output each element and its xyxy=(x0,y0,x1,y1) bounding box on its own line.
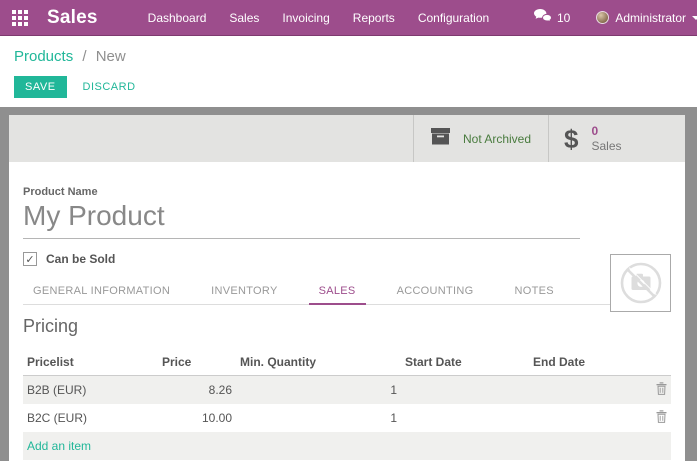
can-be-sold-checkbox[interactable]: ✓ xyxy=(23,252,37,266)
sales-stat-button[interactable]: $ 0 Sales xyxy=(548,115,685,162)
cell-price[interactable]: 8.26 xyxy=(158,376,236,405)
user-menu[interactable]: Administrator xyxy=(596,11,697,25)
control-panel: Products / New SAVE DISCARD xyxy=(0,37,697,107)
product-name-input[interactable]: My Product xyxy=(23,200,580,239)
menu-item-sales[interactable]: Sales xyxy=(229,11,259,25)
product-name-label: Product Name xyxy=(23,186,671,198)
discard-button[interactable]: DISCARD xyxy=(73,76,146,98)
cell-min-quantity[interactable]: 1 xyxy=(236,404,401,432)
dollar-icon: $ xyxy=(564,126,578,152)
menu-item-configuration[interactable]: Configuration xyxy=(418,11,489,25)
tab-general-information[interactable]: GENERAL INFORMATION xyxy=(23,281,180,304)
form-background: Not Archived $ 0 Sales xyxy=(0,107,697,461)
sheet-content: Product Name My Product ✓ Can be Sold GE… xyxy=(9,186,685,461)
archive-box-icon xyxy=(429,125,452,152)
stat-button-box: Not Archived $ 0 Sales xyxy=(9,115,685,162)
cell-end-date[interactable] xyxy=(529,376,644,405)
top-menu: Dashboard Sales Invoicing Reports Config… xyxy=(148,11,490,25)
col-header-start-date[interactable]: Start Date xyxy=(401,350,529,376)
chevron-down-icon xyxy=(692,16,697,20)
app-window: Sales Dashboard Sales Invoicing Reports … xyxy=(0,0,697,461)
cell-min-quantity[interactable]: 1 xyxy=(236,376,401,405)
table-row[interactable]: B2C (EUR) 10.00 1 xyxy=(23,404,671,432)
app-title[interactable]: Sales xyxy=(47,7,98,29)
messages-button[interactable]: 10 xyxy=(534,9,570,26)
cell-price[interactable]: 10.00 xyxy=(158,404,236,432)
notebook-tabs: GENERAL INFORMATION INVENTORY SALES ACCO… xyxy=(23,281,671,305)
tab-notes[interactable]: NOTES xyxy=(505,281,564,304)
breadcrumb-separator: / xyxy=(82,48,86,65)
col-header-end-date[interactable]: End Date xyxy=(529,350,644,376)
add-item-row[interactable]: Add an item xyxy=(23,432,671,460)
breadcrumb: Products / New xyxy=(14,48,683,65)
delete-row-icon[interactable] xyxy=(656,382,667,398)
cell-pricelist[interactable]: B2C (EUR) xyxy=(23,404,158,432)
sales-stat-label: Sales xyxy=(591,139,621,154)
col-header-price[interactable]: Price xyxy=(158,350,236,376)
delete-row-icon[interactable] xyxy=(656,410,667,426)
sales-stat-value: 0 xyxy=(591,124,621,139)
add-item-link[interactable]: Add an item xyxy=(23,432,671,460)
top-navbar: Sales Dashboard Sales Invoicing Reports … xyxy=(0,0,697,36)
menu-item-dashboard[interactable]: Dashboard xyxy=(148,11,207,25)
can-be-sold-label: Can be Sold xyxy=(46,252,115,266)
save-button[interactable]: SAVE xyxy=(14,76,67,98)
archive-toggle-button[interactable]: Not Archived xyxy=(413,115,548,162)
tab-inventory[interactable]: INVENTORY xyxy=(201,281,287,304)
form-sheet: Not Archived $ 0 Sales xyxy=(9,115,685,461)
breadcrumb-current: New xyxy=(96,48,126,65)
table-row[interactable]: B2B (EUR) 8.26 1 xyxy=(23,376,671,405)
chat-bubbles-icon xyxy=(534,9,552,26)
menu-item-invoicing[interactable]: Invoicing xyxy=(282,11,329,25)
col-header-pricelist[interactable]: Pricelist xyxy=(23,350,158,376)
messages-count: 10 xyxy=(557,11,570,25)
apps-grid-icon[interactable] xyxy=(12,10,28,26)
col-header-min-quantity[interactable]: Min. Quantity xyxy=(236,350,401,376)
cell-end-date[interactable] xyxy=(529,404,644,432)
cell-start-date[interactable] xyxy=(401,376,529,405)
pricelist-table: Pricelist Price Min. Quantity Start Date… xyxy=(23,350,671,460)
no-camera-icon xyxy=(618,260,664,306)
product-image-placeholder[interactable] xyxy=(610,254,671,312)
tab-accounting[interactable]: ACCOUNTING xyxy=(387,281,484,304)
tab-sales[interactable]: SALES xyxy=(309,281,366,305)
user-avatar xyxy=(596,11,609,24)
form-action-buttons: SAVE DISCARD xyxy=(14,76,683,98)
table-header-row: Pricelist Price Min. Quantity Start Date… xyxy=(23,350,671,376)
user-name: Administrator xyxy=(615,11,686,25)
pricing-section-title: Pricing xyxy=(23,316,671,337)
cell-start-date[interactable] xyxy=(401,404,529,432)
archive-status-label: Not Archived xyxy=(463,132,531,146)
menu-item-reports[interactable]: Reports xyxy=(353,11,395,25)
breadcrumb-products-link[interactable]: Products xyxy=(14,48,73,65)
can-be-sold-row: ✓ Can be Sold xyxy=(23,252,671,266)
cell-pricelist[interactable]: B2B (EUR) xyxy=(23,376,158,405)
